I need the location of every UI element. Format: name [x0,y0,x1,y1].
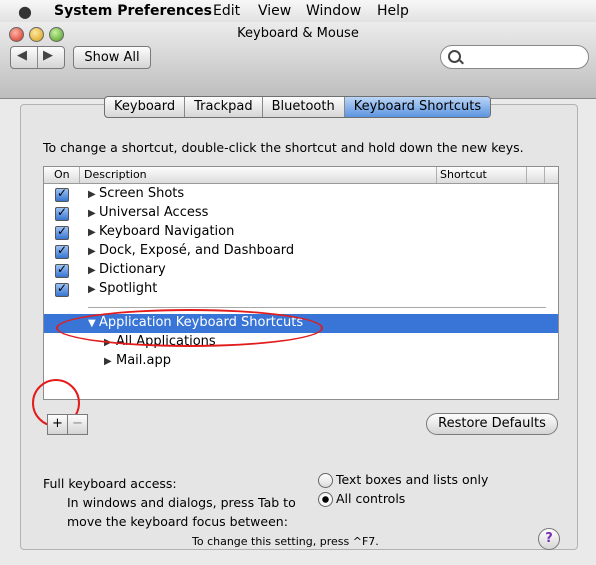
header-on[interactable]: On [54,168,70,181]
keyboard-access-desc-line: move the keyboard focus between: [67,514,288,529]
radio-text-boxes-label[interactable]: Text boxes and lists only [336,472,488,487]
table-row[interactable]: ▶ Dock, Exposé, and Dashboard [44,242,558,261]
column-divider [544,167,545,183]
tab-bluetooth[interactable]: Bluetooth [263,97,345,117]
table-row[interactable]: ▶ Screen Shots [44,185,558,204]
row-label: Dock, Exposé, and Dashboard [99,243,295,258]
search-icon [448,50,461,63]
nav-divider [37,47,38,68]
disclosure-triangle-icon[interactable]: ▶ [88,208,96,219]
remove-shortcut-button[interactable]: − [67,414,88,435]
menu-window[interactable]: Window [306,3,361,19]
tab-keyboard[interactable]: Keyboard [105,97,186,117]
row-checkbox[interactable] [55,262,69,278]
column-divider [436,167,437,183]
menu-bar: ● System Preferences Edit View Window He… [0,0,596,23]
radio-text-boxes[interactable] [318,473,333,488]
row-label: Universal Access [99,205,209,220]
row-checkbox[interactable] [55,205,69,221]
row-checkbox[interactable] [55,224,69,240]
tab-bar: Keyboard Trackpad Bluetooth Keyboard Sho… [104,96,492,118]
back-arrow-icon[interactable]: ◀ [17,48,27,63]
disclosure-triangle-icon[interactable]: ▶ [88,265,96,276]
restore-defaults-button[interactable]: Restore Defaults [426,413,558,435]
window-titlebar: Keyboard & Mouse ◀ ▶ Show All [0,22,596,99]
preferences-window: Keyboard & Mouse ◀ ▶ Show All Keyboard T… [0,22,596,565]
table-header: On Description Shortcut [44,167,558,184]
row-label: Spotlight [99,281,158,296]
help-button[interactable]: ? [538,528,560,550]
header-description[interactable]: Description [84,168,147,181]
forward-arrow-icon[interactable]: ▶ [43,48,53,63]
disclosure-triangle-icon[interactable]: ▶ [88,189,96,200]
column-divider [526,167,527,183]
add-shortcut-button[interactable]: + [47,414,68,435]
row-checkbox[interactable] [55,243,69,259]
back-forward-control: ◀ ▶ [10,46,65,69]
row-checkbox[interactable] [55,186,69,202]
row-label: Mail.app [116,353,172,368]
menu-view[interactable]: View [258,3,291,19]
disclosure-triangle-icon[interactable]: ▶ [88,227,96,238]
shortcuts-table[interactable]: On Description Shortcut ▶ Screen Shots ▶… [43,166,559,400]
radio-all-controls[interactable] [318,492,333,507]
menu-app-name[interactable]: System Preferences [54,3,212,19]
keyboard-access-description: In windows and dialogs, press Tab to mov… [67,493,296,531]
search-field[interactable] [440,45,589,69]
table-separator [88,307,546,308]
row-label: Dictionary [99,262,166,277]
disclosure-triangle-icon[interactable]: ▶ [88,284,96,295]
header-shortcut[interactable]: Shortcut [440,168,487,181]
full-keyboard-access-label: Full keyboard access: [43,476,177,491]
radio-all-controls-label[interactable]: All controls [336,491,405,506]
tab-keyboard-shortcuts[interactable]: Keyboard Shortcuts [344,97,491,117]
annotation-ellipse [56,309,323,347]
keyboard-access-desc-line: In windows and dialogs, press Tab to [67,495,296,510]
disclosure-triangle-icon[interactable]: ▶ [88,246,96,257]
row-label: Keyboard Navigation [99,224,235,239]
column-divider [79,167,80,183]
row-checkbox[interactable] [55,281,69,297]
table-row[interactable]: ▶ Spotlight [44,280,558,299]
table-row[interactable]: ▶ Universal Access [44,204,558,223]
table-row[interactable]: ▶ Dictionary [44,261,558,280]
instruction-text: To change a shortcut, double-click the s… [43,140,524,155]
window-title: Keyboard & Mouse [237,26,359,41]
table-row[interactable]: ▶ Keyboard Navigation [44,223,558,242]
show-all-button[interactable]: Show All [73,46,151,69]
apple-menu-icon[interactable]: ● [18,2,32,21]
menu-edit[interactable]: Edit [213,3,240,19]
menu-help[interactable]: Help [377,3,409,19]
table-row[interactable]: ▶ Mail.app [44,352,558,371]
row-label: Screen Shots [99,186,185,201]
tab-trackpad[interactable]: Trackpad [185,97,263,117]
disclosure-triangle-icon[interactable]: ▶ [104,356,112,367]
keyboard-access-note: To change this setting, press ^F7. [192,535,379,548]
